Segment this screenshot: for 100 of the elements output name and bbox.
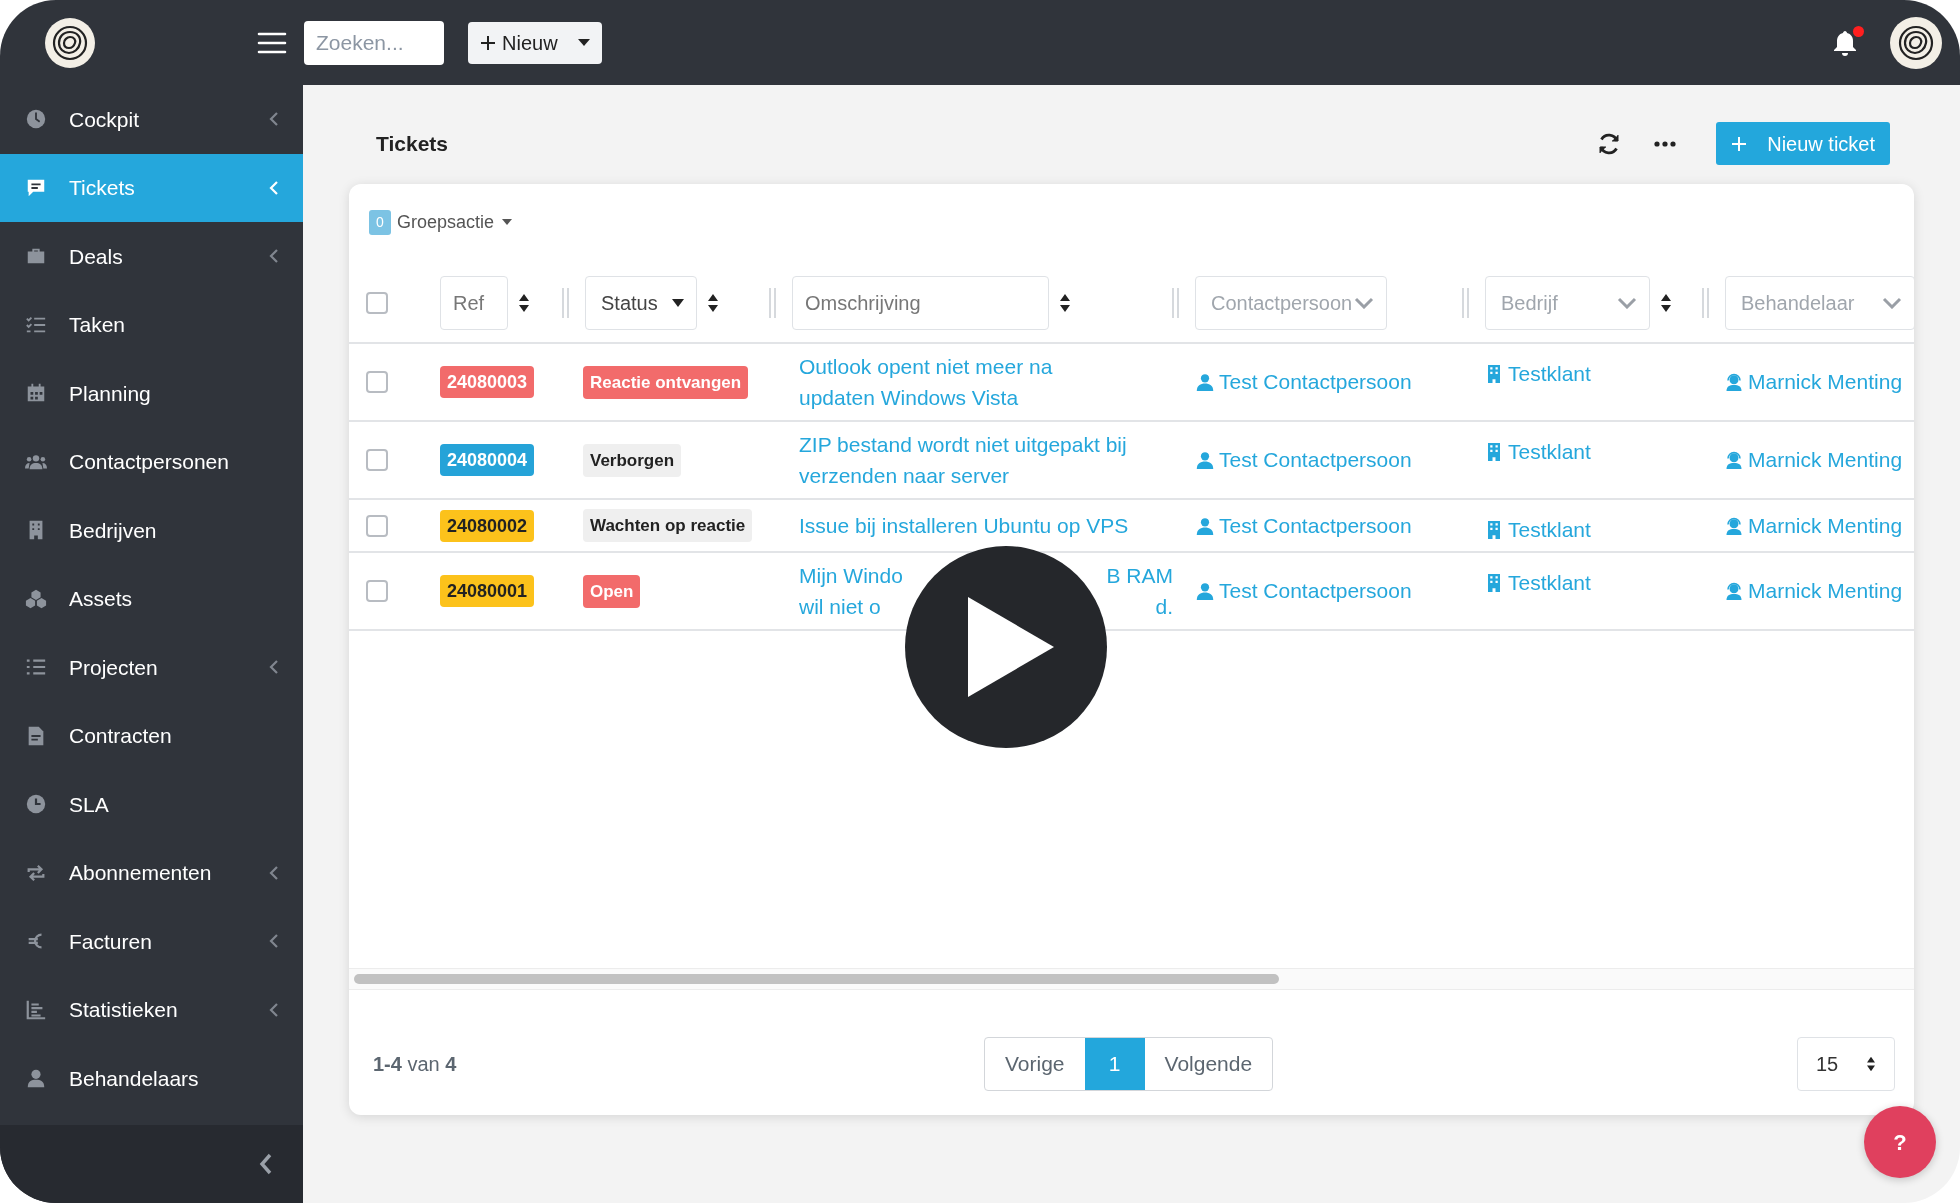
search-field[interactable]: Zoeken... bbox=[304, 20, 444, 65]
previous-button[interactable]: Vorige bbox=[985, 1037, 1085, 1090]
result-count: 1-4 van 4 bbox=[373, 1051, 457, 1077]
person-icon bbox=[1196, 373, 1214, 391]
plus-icon bbox=[480, 34, 496, 51]
column-resize-handle[interactable] bbox=[1702, 288, 1709, 318]
sort-icon bbox=[1866, 1055, 1876, 1072]
page-size-select[interactable]: 15 bbox=[1797, 1036, 1895, 1091]
person-icon bbox=[1196, 516, 1214, 535]
collapse-button[interactable] bbox=[259, 1153, 273, 1175]
refresh-button[interactable] bbox=[1597, 131, 1622, 156]
table-link[interactable]: Testklant bbox=[1485, 436, 1591, 468]
person-icon bbox=[25, 1067, 47, 1090]
filter-dropdown[interactable]: Status bbox=[585, 276, 697, 330]
next-button[interactable]: Volgende bbox=[1144, 1037, 1273, 1090]
sidebar-item[interactable]: Abonnementen bbox=[0, 838, 303, 907]
ticket-link[interactable]: Issue bij installeren Ubuntu op VPS bbox=[799, 510, 1129, 541]
ticket-link[interactable]: d. bbox=[1155, 591, 1173, 622]
clock-icon bbox=[25, 793, 47, 816]
building-icon bbox=[1485, 442, 1503, 461]
filter-dropdown[interactable]: Behandelaar bbox=[1725, 276, 1914, 330]
table-link[interactable]: Test Contactpersoon bbox=[1196, 509, 1412, 542]
column-resize-handle[interactable] bbox=[562, 288, 569, 318]
sidebar-item[interactable]: Facturen bbox=[0, 907, 303, 976]
filter-dropdown[interactable]: Contactpersoon bbox=[1195, 276, 1387, 330]
checkbox[interactable] bbox=[366, 580, 388, 602]
sidebar-item[interactable]: Cockpit bbox=[0, 85, 303, 154]
person-icon bbox=[1196, 582, 1214, 600]
ticket-number-badge: 24080002 bbox=[440, 509, 535, 542]
ticket-number-badge: 24080004 bbox=[440, 444, 535, 476]
table-link[interactable]: Marnick Menting bbox=[1725, 509, 1903, 542]
table-link[interactable]: Testklant bbox=[1485, 567, 1591, 599]
table-link[interactable]: Test Contactpersoon bbox=[1196, 575, 1412, 607]
logo-icon[interactable] bbox=[45, 17, 95, 68]
sidebar-item[interactable]: SLA bbox=[0, 770, 303, 839]
ticket-link[interactable]: verzenden naar server bbox=[799, 460, 1010, 491]
table-link[interactable]: Testklant bbox=[1485, 358, 1591, 390]
status-badge: Open bbox=[583, 574, 641, 608]
bulk-action-button[interactable]: Groepsactie bbox=[397, 208, 513, 236]
sidebar-item[interactable]: Statistieken bbox=[0, 975, 303, 1044]
support-agent-icon bbox=[1725, 451, 1743, 469]
plus-icon bbox=[1731, 135, 1748, 152]
ticket-link[interactable]: updaten Windows Vista bbox=[799, 382, 1019, 413]
new-ticket-button[interactable]: Nieuw ticket bbox=[1716, 122, 1890, 165]
table-link[interactable]: Testklant bbox=[1485, 514, 1591, 546]
filter-field[interactable]: Omschrijving bbox=[792, 276, 1049, 330]
help-button[interactable]: ? bbox=[1864, 1106, 1936, 1178]
sidebar-item[interactable]: Taken bbox=[0, 290, 303, 359]
count-badge: 0 bbox=[369, 209, 391, 235]
checkbox[interactable] bbox=[366, 371, 388, 393]
table-link[interactable]: Marnick Menting bbox=[1725, 444, 1903, 476]
new-button[interactable]: Nieuw bbox=[468, 21, 602, 64]
ticket-link[interactable]: Outlook opent niet meer na bbox=[799, 351, 1053, 382]
status-badge: Verborgen bbox=[583, 443, 682, 477]
scrollbar-thumb[interactable] bbox=[354, 974, 1279, 984]
status-badge: Reactie ontvangen bbox=[583, 365, 749, 399]
filter-dropdown[interactable]: Bedrijf bbox=[1485, 276, 1650, 330]
sidebar-item[interactable]: Behandelaars bbox=[0, 1044, 303, 1113]
building-icon bbox=[1485, 520, 1503, 539]
sidebar-item[interactable]: Contactpersonen bbox=[0, 427, 303, 496]
sidebar-item[interactable]: Bedrijven bbox=[0, 496, 303, 565]
support-agent-icon bbox=[1725, 373, 1743, 391]
caret-icon bbox=[672, 299, 684, 307]
ticket-link[interactable]: wil niet o bbox=[799, 591, 881, 622]
ticket-link[interactable]: ZIP bestand wordt niet uitgepakt bij bbox=[799, 429, 1127, 460]
caret-icon bbox=[578, 38, 590, 47]
sidebar-item[interactable]: Contracten bbox=[0, 701, 303, 770]
building-icon bbox=[1485, 364, 1503, 383]
avatar-icon[interactable] bbox=[1890, 16, 1942, 69]
column-resize-handle[interactable] bbox=[1172, 288, 1179, 318]
status-badge: Wachten op reactie bbox=[583, 509, 753, 542]
menu-button[interactable] bbox=[257, 30, 287, 55]
ticket-link[interactable]: Mijn Windo bbox=[799, 560, 903, 591]
column-resize-handle[interactable] bbox=[1462, 288, 1469, 318]
chevron-icon bbox=[1882, 297, 1902, 309]
table-link[interactable]: Marnick Menting bbox=[1725, 575, 1903, 607]
support-agent-icon bbox=[1725, 582, 1743, 600]
sidebar-item[interactable]: Assets bbox=[0, 564, 303, 633]
filter-field[interactable]: Ref bbox=[440, 276, 508, 330]
checkbox[interactable] bbox=[366, 514, 388, 537]
checkbox[interactable] bbox=[366, 449, 388, 471]
sidebar-item[interactable]: Tickets bbox=[0, 153, 303, 222]
column-resize-handle[interactable] bbox=[769, 288, 776, 318]
caret-icon bbox=[502, 219, 513, 225]
building-icon bbox=[1485, 573, 1503, 592]
table-link[interactable]: Test Contactpersoon bbox=[1196, 366, 1412, 398]
sidebar-item[interactable]: Deals bbox=[0, 222, 303, 291]
sidebar-item[interactable]: Projecten bbox=[0, 633, 303, 702]
page-title: Tickets bbox=[376, 130, 448, 157]
ticket-number-badge: 24080003 bbox=[440, 366, 535, 398]
ticket-link[interactable]: B RAM bbox=[1106, 560, 1173, 591]
more-button[interactable] bbox=[1654, 140, 1677, 147]
ticket-number-badge: 24080001 bbox=[440, 575, 535, 607]
support-agent-icon bbox=[1725, 516, 1743, 535]
boxes-icon bbox=[25, 587, 47, 610]
table-link[interactable]: Marnick Menting bbox=[1725, 366, 1903, 398]
table-link[interactable]: Test Contactpersoon bbox=[1196, 444, 1412, 476]
sidebar-item[interactable]: Planning bbox=[0, 359, 303, 428]
checkbox[interactable] bbox=[366, 292, 388, 314]
page-button[interactable]: 1 bbox=[1084, 1037, 1145, 1090]
